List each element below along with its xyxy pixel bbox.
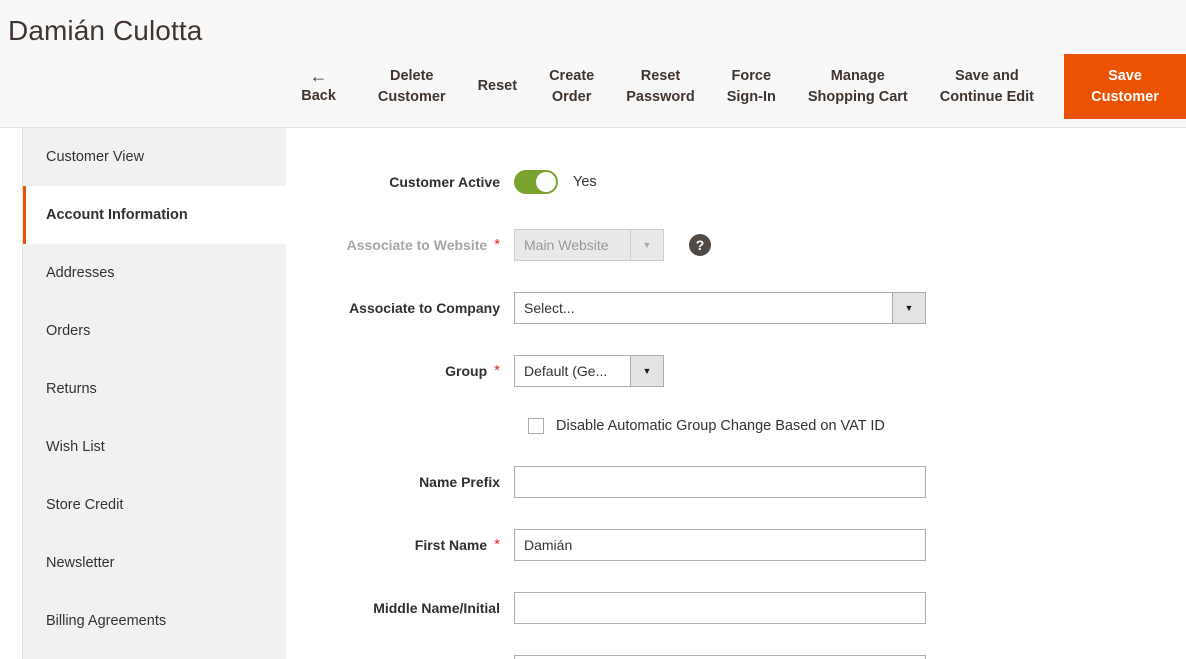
name-prefix-label: Name Prefix — [419, 473, 500, 490]
reset-password-label-1: Reset — [640, 67, 681, 84]
first-name-label: First Name * — [287, 537, 514, 553]
save-and-continue-label-1: Save and — [955, 67, 1019, 84]
sidebar-item-label: Returns — [46, 381, 97, 397]
save-customer-button[interactable]: Save Customer — [1064, 54, 1186, 119]
field-row-customer-active: Customer Active Yes — [287, 150, 1186, 213]
page-title: Damián Culotta — [8, 15, 203, 46]
delete-customer-label-2: Customer — [377, 88, 446, 105]
last-name-input[interactable] — [514, 654, 926, 659]
back-button[interactable]: ← Back — [273, 54, 362, 119]
save-and-continue-edit-button[interactable]: Save and Continue Edit — [924, 54, 1050, 119]
chevron-down-icon: ▼ — [892, 292, 925, 323]
customer-information-sidebar: Customer View Account Information Addres… — [22, 128, 286, 659]
field-row-associate-website: Associate to Website * Main Website ▼ ? — [287, 213, 1186, 276]
first-name-control — [514, 528, 926, 561]
field-row-first-name: First Name * — [287, 513, 1186, 576]
back-arrow-icon: ← — [309, 65, 328, 86]
reset-button[interactable]: Reset — [462, 54, 534, 119]
group-select[interactable]: Default (Ge... ▼ — [514, 354, 664, 387]
save-customer-label-1: Save — [1108, 67, 1142, 84]
back-button-label: Back — [301, 87, 336, 104]
associate-website-label-text: Associate to Website — [346, 236, 488, 253]
account-information-form: Customer Active Yes Associate to Website… — [287, 128, 1186, 659]
field-row-middle-name: Middle Name/Initial — [287, 576, 1186, 639]
first-name-input[interactable] — [514, 528, 926, 561]
associate-website-label: Associate to Website * — [287, 237, 514, 253]
customer-active-toggle[interactable] — [514, 169, 558, 194]
last-name-control — [514, 654, 926, 659]
page-header: Damián Culotta ← Back Delete Customer Re… — [0, 0, 1186, 128]
save-and-continue-label-2: Continue Edit — [939, 88, 1034, 105]
reset-label-1: Reset — [477, 78, 518, 95]
associate-website-select: Main Website ▼ — [514, 228, 664, 261]
sidebar-item-account-information[interactable]: Account Information — [23, 186, 286, 244]
required-asterisk: * — [494, 536, 500, 553]
delete-customer-button[interactable]: Delete Customer — [362, 54, 462, 119]
chevron-down-icon: ▼ — [630, 355, 663, 386]
field-row-name-prefix: Name Prefix — [287, 450, 1186, 513]
middle-name-label: Middle Name/Initial — [373, 599, 500, 616]
force-sign-in-label-1: Force — [731, 67, 772, 84]
force-sign-in-button[interactable]: Force Sign-In — [711, 54, 792, 119]
required-asterisk: * — [494, 236, 500, 253]
sidebar-item-label: Account Information — [46, 207, 188, 223]
chevron-down-icon: ▼ — [630, 229, 663, 260]
sidebar-item-store-credit[interactable]: Store Credit — [23, 476, 286, 534]
customer-active-control: Yes — [514, 169, 597, 194]
sidebar-item-billing-agreements[interactable]: Billing Agreements — [23, 592, 286, 650]
middle-name-input[interactable] — [514, 591, 926, 624]
field-row-group: Group * Default (Ge... ▼ — [287, 339, 1186, 402]
disable-automatic-group-change-label: Disable Automatic Group Change Based on … — [556, 418, 885, 434]
field-row-last-name: Last Name * — [287, 639, 1186, 659]
toggle-knob — [536, 171, 556, 192]
sidebar-item-label: Newsletter — [46, 555, 115, 571]
create-order-label-1: Create — [549, 67, 595, 84]
reset-password-button[interactable]: Reset Password — [610, 54, 711, 119]
manage-shopping-cart-label-2: Shopping Cart — [807, 88, 908, 105]
group-control: Default (Ge... ▼ — [514, 354, 664, 387]
group-value: Default (Ge... — [524, 362, 608, 379]
sidebar-item-wish-list[interactable]: Wish List — [23, 418, 286, 476]
force-sign-in-label-2: Sign-In — [726, 88, 776, 105]
help-icon[interactable]: ? — [689, 233, 711, 256]
middle-name-control — [514, 591, 926, 624]
required-asterisk: * — [494, 362, 500, 379]
sidebar-item-newsletter[interactable]: Newsletter — [23, 534, 286, 592]
create-order-button[interactable]: Create Order — [533, 54, 610, 119]
save-customer-label-2: Customer — [1091, 88, 1159, 105]
field-row-associate-company: Associate to Company Select... ▼ — [287, 276, 1186, 339]
associate-website-value: Main Website — [524, 236, 609, 253]
associate-website-control: Main Website ▼ ? — [514, 228, 711, 261]
create-order-label-2: Order — [551, 88, 592, 105]
sidebar-item-label: Customer View — [46, 149, 145, 165]
sidebar-item-orders[interactable]: Orders — [23, 302, 286, 360]
disable-automatic-group-change-checkbox[interactable] — [528, 418, 544, 434]
page-actions-toolbar: ← Back Delete Customer Reset Create Orde… — [0, 54, 1186, 119]
first-name-label-text: First Name — [414, 536, 488, 553]
page-body: Customer View Account Information Addres… — [0, 128, 1186, 659]
sidebar-item-returns[interactable]: Returns — [23, 360, 286, 418]
sidebar-item-label: Wish List — [46, 439, 105, 455]
manage-shopping-cart-label-1: Manage — [830, 67, 885, 84]
sidebar-item-label: Addresses — [46, 265, 115, 281]
field-row-vat-checkbox: Disable Automatic Group Change Based on … — [287, 402, 1186, 450]
associate-company-select[interactable]: Select... ▼ — [514, 291, 926, 324]
delete-customer-label-1: Delete — [389, 67, 434, 84]
associate-company-control: Select... ▼ — [514, 291, 926, 324]
sidebar-item-addresses[interactable]: Addresses — [23, 244, 286, 302]
associate-company-label: Associate to Company — [349, 299, 500, 316]
customer-active-value: Yes — [573, 173, 597, 190]
reset-password-label-2: Password — [626, 88, 695, 105]
sidebar-item-label: Store Credit — [46, 497, 124, 513]
name-prefix-input[interactable] — [514, 465, 926, 498]
associate-company-value: Select... — [524, 299, 575, 316]
sidebar-item-label: Billing Agreements — [46, 613, 167, 629]
sidebar-item-label: Orders — [46, 323, 91, 339]
group-label: Group * — [287, 363, 514, 379]
customer-active-label: Customer Active — [389, 173, 500, 190]
name-prefix-control — [514, 465, 926, 498]
manage-shopping-cart-button[interactable]: Manage Shopping Cart — [792, 54, 924, 119]
sidebar-item-customer-view[interactable]: Customer View — [23, 128, 286, 186]
group-label-text: Group — [445, 362, 488, 379]
